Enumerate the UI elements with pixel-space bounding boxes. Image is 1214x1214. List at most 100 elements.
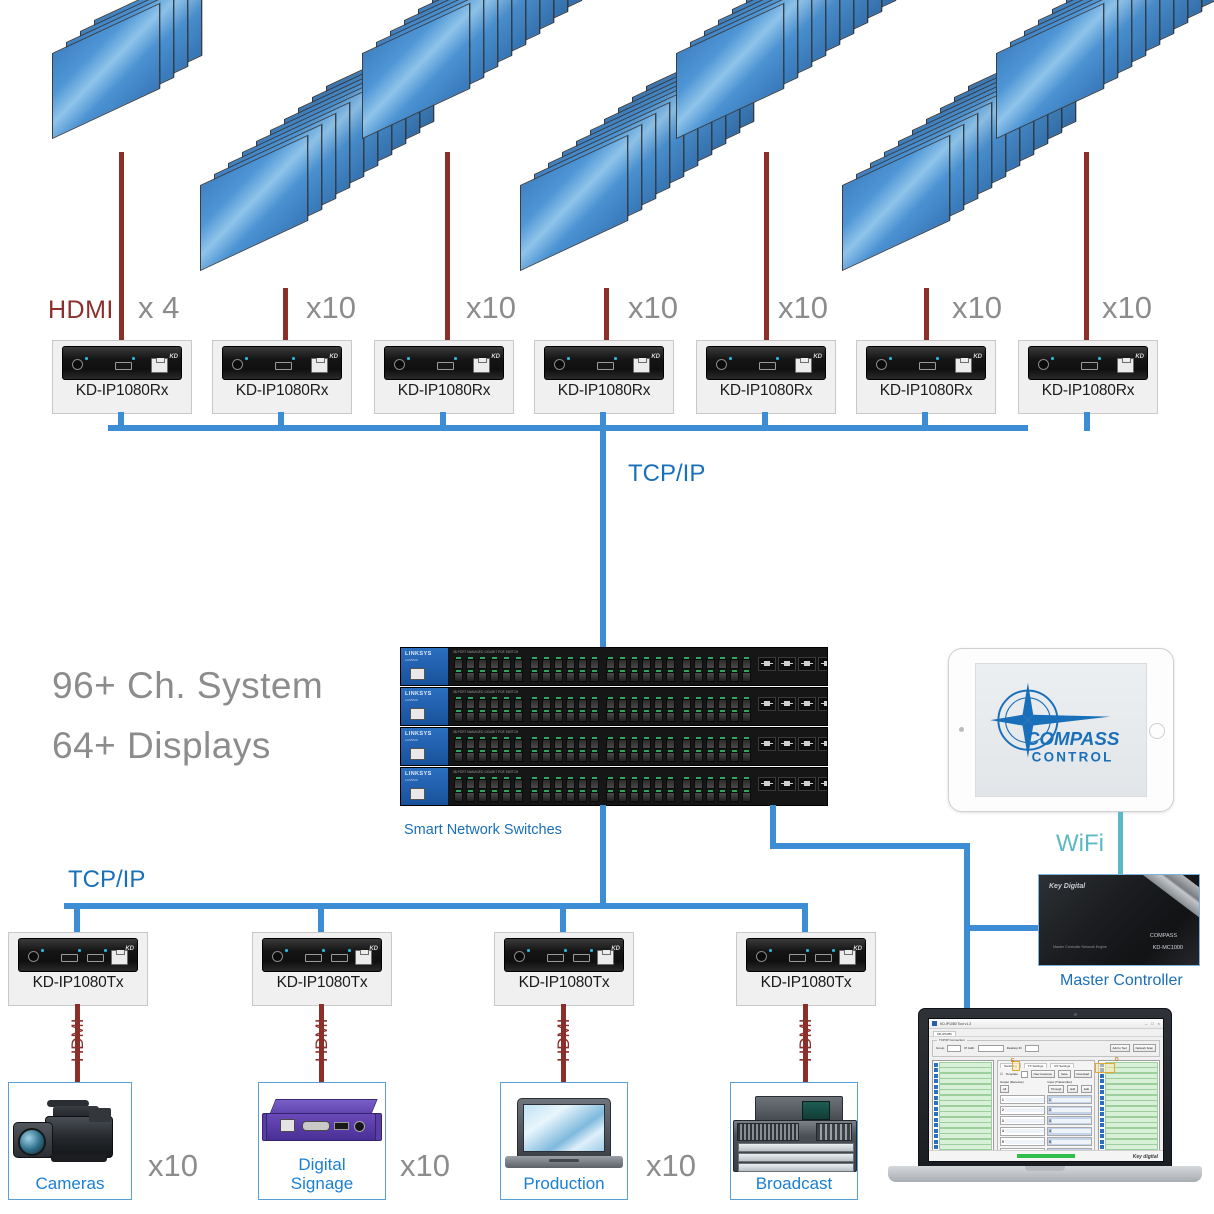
switch-port[interactable] xyxy=(500,657,512,670)
switch-port[interactable] xyxy=(552,737,564,750)
switch-port[interactable] xyxy=(640,697,652,710)
switch-port[interactable] xyxy=(640,710,652,723)
switch-port[interactable] xyxy=(588,670,600,683)
switch-console-port[interactable] xyxy=(410,708,425,720)
switch-port[interactable] xyxy=(500,670,512,683)
switch-port[interactable] xyxy=(476,737,488,750)
sfp-uplink-port[interactable] xyxy=(758,777,776,791)
switch-port[interactable] xyxy=(564,777,576,790)
sfp-uplink-port[interactable] xyxy=(778,777,796,791)
switch-port[interactable] xyxy=(576,790,588,803)
network-switch-3[interactable]: LINKSYS LGS552P 48-PORT MANAGED GIGABIT … xyxy=(400,727,828,766)
switch-port[interactable] xyxy=(716,750,728,763)
switch-port[interactable] xyxy=(476,697,488,710)
switch-port[interactable] xyxy=(512,670,524,683)
switch-port[interactable] xyxy=(488,777,500,790)
switch-port[interactable] xyxy=(552,670,564,683)
kd-software-window[interactable]: KD-IP1080 Tool v1.3 – □ × KD-IP1080 TCP/… xyxy=(929,1019,1163,1161)
switch-port[interactable] xyxy=(540,737,552,750)
switch-port[interactable] xyxy=(680,657,692,670)
switch-port[interactable] xyxy=(680,790,692,803)
switch-port[interactable] xyxy=(664,670,676,683)
switch-port[interactable] xyxy=(452,657,464,670)
transmitter-card-3[interactable]: KD KD-IP1080Tx xyxy=(494,932,634,1006)
network-scan-button[interactable]: Network Scan xyxy=(1132,1044,1156,1052)
network-switch-1[interactable]: LINKSYS LGS552P 48-PORT MANAGED GIGABIT … xyxy=(400,647,828,686)
switch-port[interactable] xyxy=(528,670,540,683)
switch-port[interactable] xyxy=(488,670,500,683)
master-controller-device[interactable]: Key Digital COMPASS KD-MC1000 Master Con… xyxy=(1038,874,1200,966)
ip-field-input[interactable] xyxy=(977,1044,1004,1052)
switch-port[interactable] xyxy=(476,790,488,803)
switch-port[interactable] xyxy=(588,710,600,723)
switch-port[interactable] xyxy=(716,670,728,683)
switch-port[interactable] xyxy=(588,737,600,750)
switch-port[interactable] xyxy=(716,697,728,710)
switch-port[interactable] xyxy=(740,737,752,750)
switch-port-area[interactable]: 48-PORT MANAGED GIGABIT POE SWITCH xyxy=(448,688,827,725)
switch-port[interactable] xyxy=(464,697,476,710)
download-button[interactable]: Download xyxy=(1073,1070,1092,1078)
switch-port[interactable] xyxy=(692,657,704,670)
switch-port[interactable] xyxy=(616,737,628,750)
switch-port[interactable] xyxy=(552,657,564,670)
switch-port[interactable] xyxy=(564,657,576,670)
switch-port[interactable] xyxy=(576,737,588,750)
switch-port[interactable] xyxy=(692,670,704,683)
switch-port[interactable] xyxy=(476,710,488,723)
template-row[interactable]: ☑ Template New Customer Save Download xyxy=(1000,1070,1092,1078)
switch-port[interactable] xyxy=(680,710,692,723)
switch-port[interactable] xyxy=(680,697,692,710)
switch-port[interactable] xyxy=(604,737,616,750)
switch-port[interactable] xyxy=(528,657,540,670)
switch-ports[interactable] xyxy=(452,697,827,723)
switch-port[interactable] xyxy=(452,710,464,723)
sfp-uplink-port[interactable] xyxy=(798,777,816,791)
switch-port[interactable] xyxy=(500,750,512,763)
transmitter-card-1[interactable]: KD KD-IP1080Tx xyxy=(8,932,148,1006)
switch-port[interactable] xyxy=(616,657,628,670)
output-channel-row[interactable]: 4 xyxy=(1000,1126,1045,1136)
switch-port[interactable] xyxy=(552,750,564,763)
new-customer-button[interactable]: New Customer xyxy=(1030,1070,1056,1078)
sfp-uplink-port[interactable] xyxy=(778,737,796,751)
switch-port[interactable] xyxy=(552,790,564,803)
switch-port[interactable] xyxy=(604,710,616,723)
output-channel-row[interactable]: 1 xyxy=(1000,1095,1045,1104)
switch-port[interactable] xyxy=(500,697,512,710)
switch-port[interactable] xyxy=(664,710,676,723)
switch-port[interactable] xyxy=(652,777,664,790)
switch-port[interactable] xyxy=(488,657,500,670)
sfp-uplink-port[interactable] xyxy=(798,657,816,671)
switch-port[interactable] xyxy=(604,790,616,803)
switch-port[interactable] xyxy=(716,737,728,750)
switch-port[interactable] xyxy=(616,670,628,683)
switch-port[interactable] xyxy=(464,710,476,723)
switch-port[interactable] xyxy=(488,750,500,763)
switch-port[interactable] xyxy=(452,790,464,803)
switch-console-port[interactable] xyxy=(410,668,425,680)
switch-port[interactable] xyxy=(704,750,716,763)
switch-port[interactable] xyxy=(528,737,540,750)
switch-port[interactable] xyxy=(628,750,640,763)
switch-port[interactable] xyxy=(464,790,476,803)
tablet-screen[interactable]: COMPASS CONTROL xyxy=(975,663,1147,797)
switch-port[interactable] xyxy=(476,670,488,683)
switch-port-area[interactable]: 48-PORT MANAGED GIGABIT POE SWITCH xyxy=(448,648,827,685)
edit-button-1[interactable]: Edit xyxy=(1067,1085,1079,1093)
switch-ports[interactable] xyxy=(452,737,827,763)
sfp-uplink-port[interactable] xyxy=(818,697,827,711)
sfp-uplink-port[interactable] xyxy=(798,697,816,711)
switch-port[interactable] xyxy=(452,697,464,710)
switch-port[interactable] xyxy=(488,790,500,803)
switch-port[interactable] xyxy=(464,670,476,683)
switch-port[interactable] xyxy=(692,750,704,763)
switch-port[interactable] xyxy=(528,777,540,790)
smart-network-switches[interactable]: LINKSYS LGS552P 48-PORT MANAGED GIGABIT … xyxy=(400,647,828,807)
output-channel-row[interactable]: 2 xyxy=(1000,1105,1045,1115)
switch-port[interactable] xyxy=(628,697,640,710)
input-channel-row[interactable]: 2 xyxy=(1047,1105,1092,1115)
switch-port[interactable] xyxy=(652,670,664,683)
switch-port[interactable] xyxy=(728,790,740,803)
switch-port[interactable] xyxy=(564,790,576,803)
